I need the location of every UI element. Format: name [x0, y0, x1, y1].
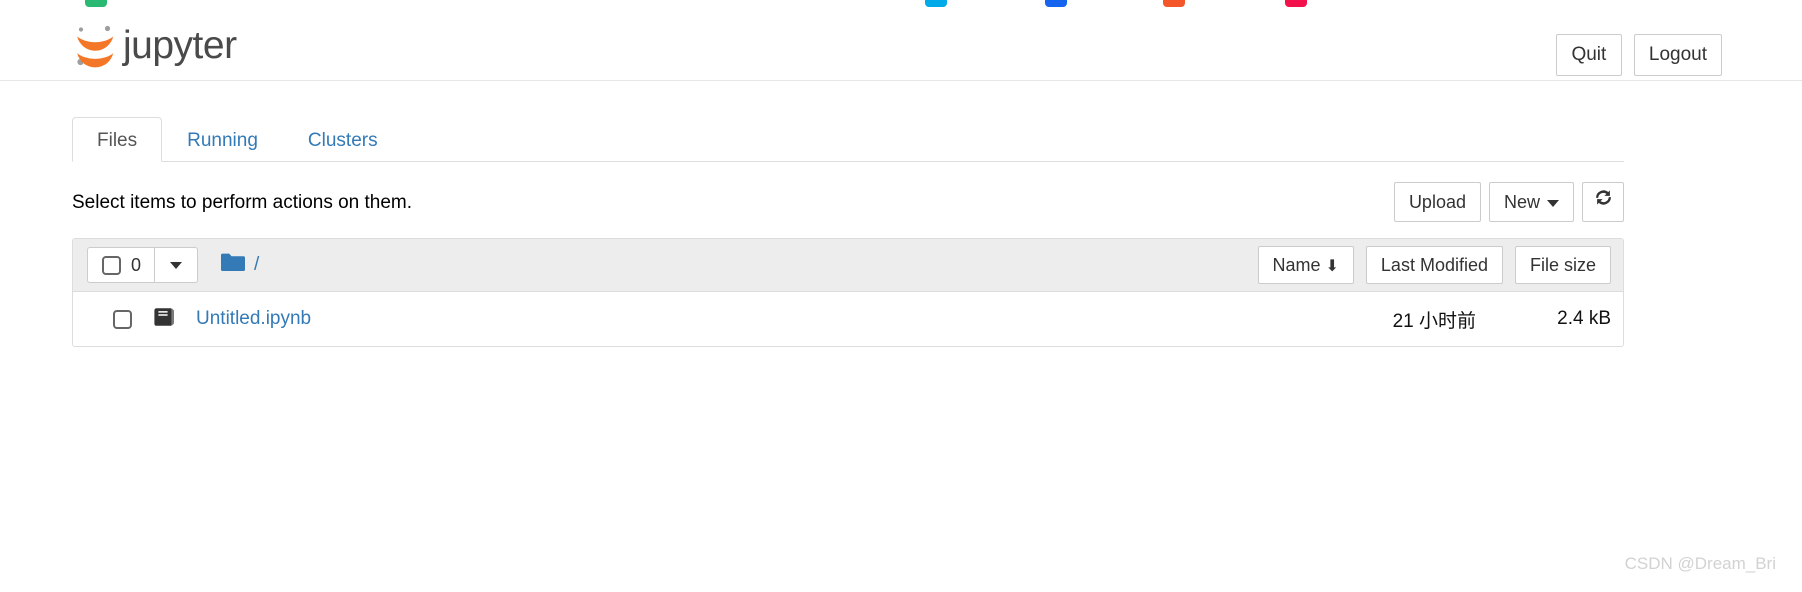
file-list-header: 0 / Name ⬇ Last Modified File size — [73, 239, 1623, 292]
action-row: Select items to perform actions on them.… — [72, 182, 1624, 234]
sort-name-label: Name — [1272, 255, 1321, 275]
favicon-orange[interactable] — [1163, 0, 1185, 7]
new-button-label: New — [1503, 192, 1540, 212]
logout-button[interactable]: Logout — [1633, 34, 1722, 76]
breadcrumb-path[interactable]: / — [254, 254, 259, 276]
main-content: Files Running Clusters Select items to p… — [72, 81, 1624, 347]
chevron-down-icon — [1547, 199, 1559, 207]
table-row[interactable]: Untitled.ipynb 21 小时前 2.4 kB — [73, 292, 1623, 346]
row-primary: Untitled.ipynb — [113, 306, 311, 333]
favicon-crimson[interactable] — [1285, 0, 1307, 7]
refresh-button[interactable] — [1582, 182, 1624, 222]
jupyter-logo-text: jupyter — [123, 23, 237, 67]
breadcrumb: / — [220, 252, 259, 278]
favicon-green[interactable] — [85, 0, 107, 7]
tab-running[interactable]: Running — [162, 117, 283, 162]
favicon-cyan[interactable] — [925, 0, 947, 7]
folder-icon — [220, 252, 246, 278]
sort-file-size-button[interactable]: File size — [1514, 246, 1611, 284]
sort-button-group: Name ⬇ Last Modified File size — [1257, 246, 1611, 284]
refresh-icon — [1593, 183, 1614, 221]
select-items-hint: Select items to perform actions on them. — [72, 192, 413, 213]
quit-button[interactable]: Quit — [1555, 34, 1622, 76]
sort-last-modified-button[interactable]: Last Modified — [1365, 246, 1503, 284]
last-modified-value: 21 小时前 — [1392, 310, 1476, 332]
watermark: CSDN @Dream_Bri — [1624, 554, 1776, 573]
tab-bar: Files Running Clusters — [72, 115, 1624, 162]
tab-files[interactable]: Files — [72, 117, 163, 162]
row-meta: 21 小时前 2.4 kB — [1266, 306, 1611, 333]
row-checkbox[interactable] — [113, 309, 132, 329]
favicon-blue[interactable] — [1045, 0, 1067, 7]
app-header: jupyter Quit Logout — [0, 9, 1802, 81]
sort-name-button[interactable]: Name ⬇ — [1257, 246, 1354, 284]
selected-count: 0 — [131, 254, 142, 275]
selection-dropdown-button[interactable] — [154, 247, 199, 283]
jupyter-logo[interactable]: jupyter — [72, 20, 237, 70]
sort-descending-icon: ⬇ — [1325, 258, 1339, 275]
header-button-group: Quit Logout — [1555, 34, 1722, 76]
file-name-link[interactable]: Untitled.ipynb — [196, 308, 311, 330]
tab-clusters[interactable]: Clusters — [283, 117, 403, 162]
file-list: 0 / Name ⬇ Last Modified File size Untit… — [72, 238, 1624, 347]
browser-bookmark-strip — [0, 0, 1802, 9]
jupyter-logo-icon — [72, 20, 118, 70]
select-all-cell[interactable]: 0 — [87, 247, 155, 283]
upload-button[interactable]: Upload — [1393, 182, 1481, 222]
file-size-value: 2.4 kB — [1557, 308, 1611, 329]
toolbar-button-group: Upload New — [1393, 182, 1624, 222]
notebook-icon — [152, 306, 176, 333]
select-all-checkbox[interactable] — [102, 255, 121, 275]
new-button[interactable]: New — [1488, 182, 1574, 222]
chevron-down-icon — [170, 261, 183, 269]
select-all-group: 0 — [87, 247, 199, 283]
